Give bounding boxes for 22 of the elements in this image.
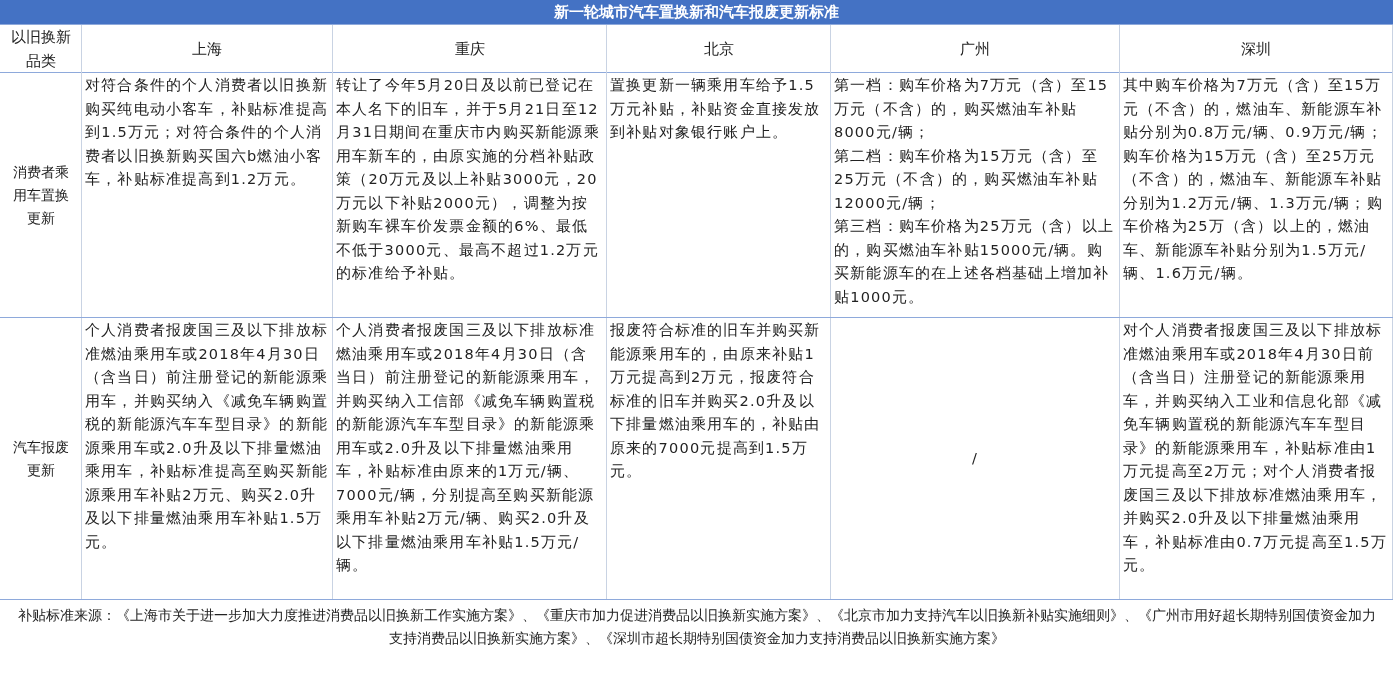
row-header: 汽车报废更新 <box>11 437 70 480</box>
column-header: 广州 <box>960 38 990 60</box>
table-cell-text: 第二档：购车价格为15万元（含）至25万元（不含）的，购买燃油车补贴12000元/辆； <box>834 146 1099 213</box>
table-cell-text: 置换更新一辆乘用车给予1.5万元补贴，补贴资金直接发放到补贴对象银行账户上。 <box>610 76 822 142</box>
table-cell-text: 其中购车价格为7万元（含）至15万元（不含）的，燃油车、新能源车补贴分别为0.8万元/辆、0.9万元/辆；购车价格为15万元（含）至25万元（不含）的，燃油车、新能源车补贴分别为1.2万元/辆、1.3万元/辆；购车价格为25万（含）以上的，燃油车、新能源车补贴分别为1.5万元/辆、1.6万元/辆。 <box>1123 76 1384 283</box>
table-cell-text: / <box>971 449 979 469</box>
column-header: 重庆 <box>454 38 485 60</box>
source-note: 补贴标准来源：《上海市关于进一步加大力度推进消费品以旧换新工作实施方案》、《重庆市加力促进消费品以旧换新实施方案》、《北京市加力支持汽车以旧换新补贴实施细则》、《广州市用好超长期特别国债资金加力支持消费品以旧换新实施方案》、《深圳市超长期特别国债资金加力支持消费品以旧换新实施方案》 <box>16 606 1377 648</box>
column-header: 以旧换新品类 <box>9 27 72 72</box>
table-cell-text: 报废符合标准的旧车并购买新能源乘用车的，由原来补贴1万元提高到2万元，报废符合标准的旧车并购买2.0升及以下排量燃油乘用车的，补贴由原来的7000元提高到1.5万元。 <box>610 321 822 481</box>
row-header: 消费者乘用车置换更新 <box>11 162 70 228</box>
table-cell-text: 转让了今年5月20日及以前已登记在本人名下的旧车，并于5月21日至12月31日期间在重庆市内购买新能源乘用车新车的，由原实施的分档补贴政策（20万元及以上补贴3000元，20万元以下补贴2000元），调整为按新购车裸车价发票金额的6%、最低不低于3000元、最高不超过1.2万元的标准给予补贴。 <box>336 76 601 283</box>
column-header: 北京 <box>703 38 734 60</box>
table-cell-text: 个人消费者报废国三及以下排放标准燃油乘用车或2018年4月30日（含当日）前注册登记的新能源乘用车，并购买纳入工信部《减免车辆购置税的新能源汽车车型目录》的新能源乘用车或2.0升及以下排量燃油乘用车，补贴标准由原来的1万元/辆、7000元/辆，分别提高至购买新能源乘用车补贴2万元/辆、购买2.0升及以下排量燃油乘用车补贴1.5万元/辆。 <box>336 321 597 575</box>
column-header: 上海 <box>192 38 222 60</box>
table-cell-text: 对个人消费者报废国三及以下排放标准燃油乘用车或2018年4月30日前（含当日）注册登记的新能源乘用车，并购买纳入工业和信息化部《减免车辆购置税的新能源汽车车型目录》的新能源乘用车，补贴标准由1万元提高至2万元；对个人消费者报废国三及以下排放标准燃油乘用车，并购买2.0升及以下排量燃油乘用车，补贴标准由0.7万元提高至1.5万元。 <box>1123 321 1388 575</box>
table-cell-text: 个人消费者报废国三及以下排放标准燃油乘用车或2018年4月30日（含当日）前注册登记的新能源乘用车，并购买纳入《减免车辆购置税的新能源汽车车型目录》的新能源乘用车或2.0升及以下排量燃油乘用车，补贴标准提高至购买新能源乘用车补贴2万元、购买2.0升及以下排量燃油乘用车补贴1.5万元。 <box>85 321 329 552</box>
table-cell-text: 第三档：购车价格为25万元（含）以上的，购买燃油车补贴15000元/辆。购买新能源车的在上述各档基础上增加补贴1000元。 <box>834 217 1116 307</box>
table-cell-text: 对符合条件的个人消费者以旧换新购买纯电动小客车，补贴标准提高到1.5万元；对符合条件的个人消费者以旧换新购买国六b燃油小客车，补贴标准提高到1.2万元。 <box>85 76 329 189</box>
column-header: 深圳 <box>1241 38 1271 60</box>
table-cell-text: 第一档：购车价格为7万元（含）至15万元（不含）的，购买燃油车补贴8000元/辆； <box>834 76 1110 142</box>
table-title: 新一轮城市汽车置换新和汽车报废更新标准 <box>0 0 1393 25</box>
